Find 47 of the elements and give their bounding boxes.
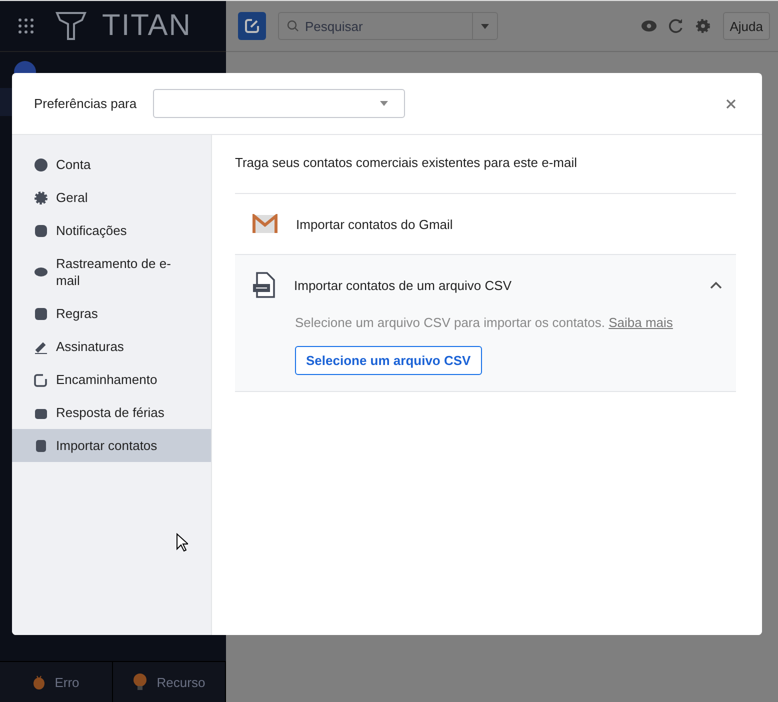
nav-item[interactable]: Conta: [12, 148, 211, 181]
nav-item[interactable]: Regras: [12, 297, 211, 330]
nav-icon: [34, 190, 48, 204]
nav-item[interactable]: Importar contatos: [12, 429, 211, 462]
nav-item[interactable]: Encaminhamento: [12, 363, 211, 396]
dialog-title: Preferências para: [34, 96, 137, 111]
nav-icon: [34, 340, 48, 354]
apps-grid-icon[interactable]: [18, 18, 34, 34]
compose-button[interactable]: [238, 12, 266, 40]
logo-icon: [54, 10, 88, 42]
import-panel[interactable]: Importar contatos de um arquivo CSV Selecione um arquivo CSV para importar os contatos. Saiba mais Selecione um arquivo CSV: [235, 254, 736, 392]
nav-icon: [34, 224, 48, 238]
nav-item[interactable]: Assinaturas: [12, 330, 211, 363]
lightbulb-icon: [132, 673, 147, 691]
bug-icon: [32, 674, 45, 690]
nav-item[interactable]: Rastreamento de e-mail: [12, 247, 211, 297]
nav-item[interactable]: Geral: [12, 181, 211, 214]
caret-icon: [481, 24, 489, 28]
cursor-icon: [176, 533, 188, 552]
chevron-icon[interactable]: [710, 281, 722, 289]
eye-icon[interactable]: [640, 20, 657, 32]
footer-button[interactable]: Erro: [0, 662, 113, 702]
option-label: Importar contatos do Gmail: [296, 216, 453, 232]
csv-file-icon: [252, 272, 276, 298]
search-dropdown-button[interactable]: [472, 12, 498, 40]
search-icon: [287, 20, 299, 32]
select-file-button[interactable]: Selecione um arquivo CSV: [295, 346, 482, 375]
nav-icon: [34, 306, 48, 320]
nav-icon: [34, 438, 48, 452]
nav-item[interactable]: Notificações: [12, 214, 211, 247]
search-field[interactable]: Pesquisar: [278, 12, 472, 40]
refresh-icon[interactable]: [668, 19, 683, 33]
pencil-icon: [244, 18, 260, 34]
nav-icon: [34, 265, 48, 279]
settings-icon[interactable]: [694, 18, 711, 34]
logo-text: TITAN: [102, 9, 192, 43]
intro-text: Traga seus contatos comerciais existentes para este e-mail: [235, 155, 578, 170]
option-description: Selecione um arquivo CSV para importar os contatos. Saiba mais: [295, 315, 674, 330]
nav-item[interactable]: Resposta de férias: [12, 396, 211, 429]
mail-icon: [252, 214, 278, 234]
close-icon: [726, 98, 736, 108]
help-button[interactable]: Ajuda: [722, 12, 770, 40]
learn-more-link[interactable]: Saiba mais: [608, 315, 673, 330]
nav-icon: [34, 158, 48, 172]
nav-icon: [34, 372, 48, 386]
caret-icon: [380, 101, 388, 106]
option-label: Importar contatos de um arquivo CSV: [294, 278, 512, 292]
